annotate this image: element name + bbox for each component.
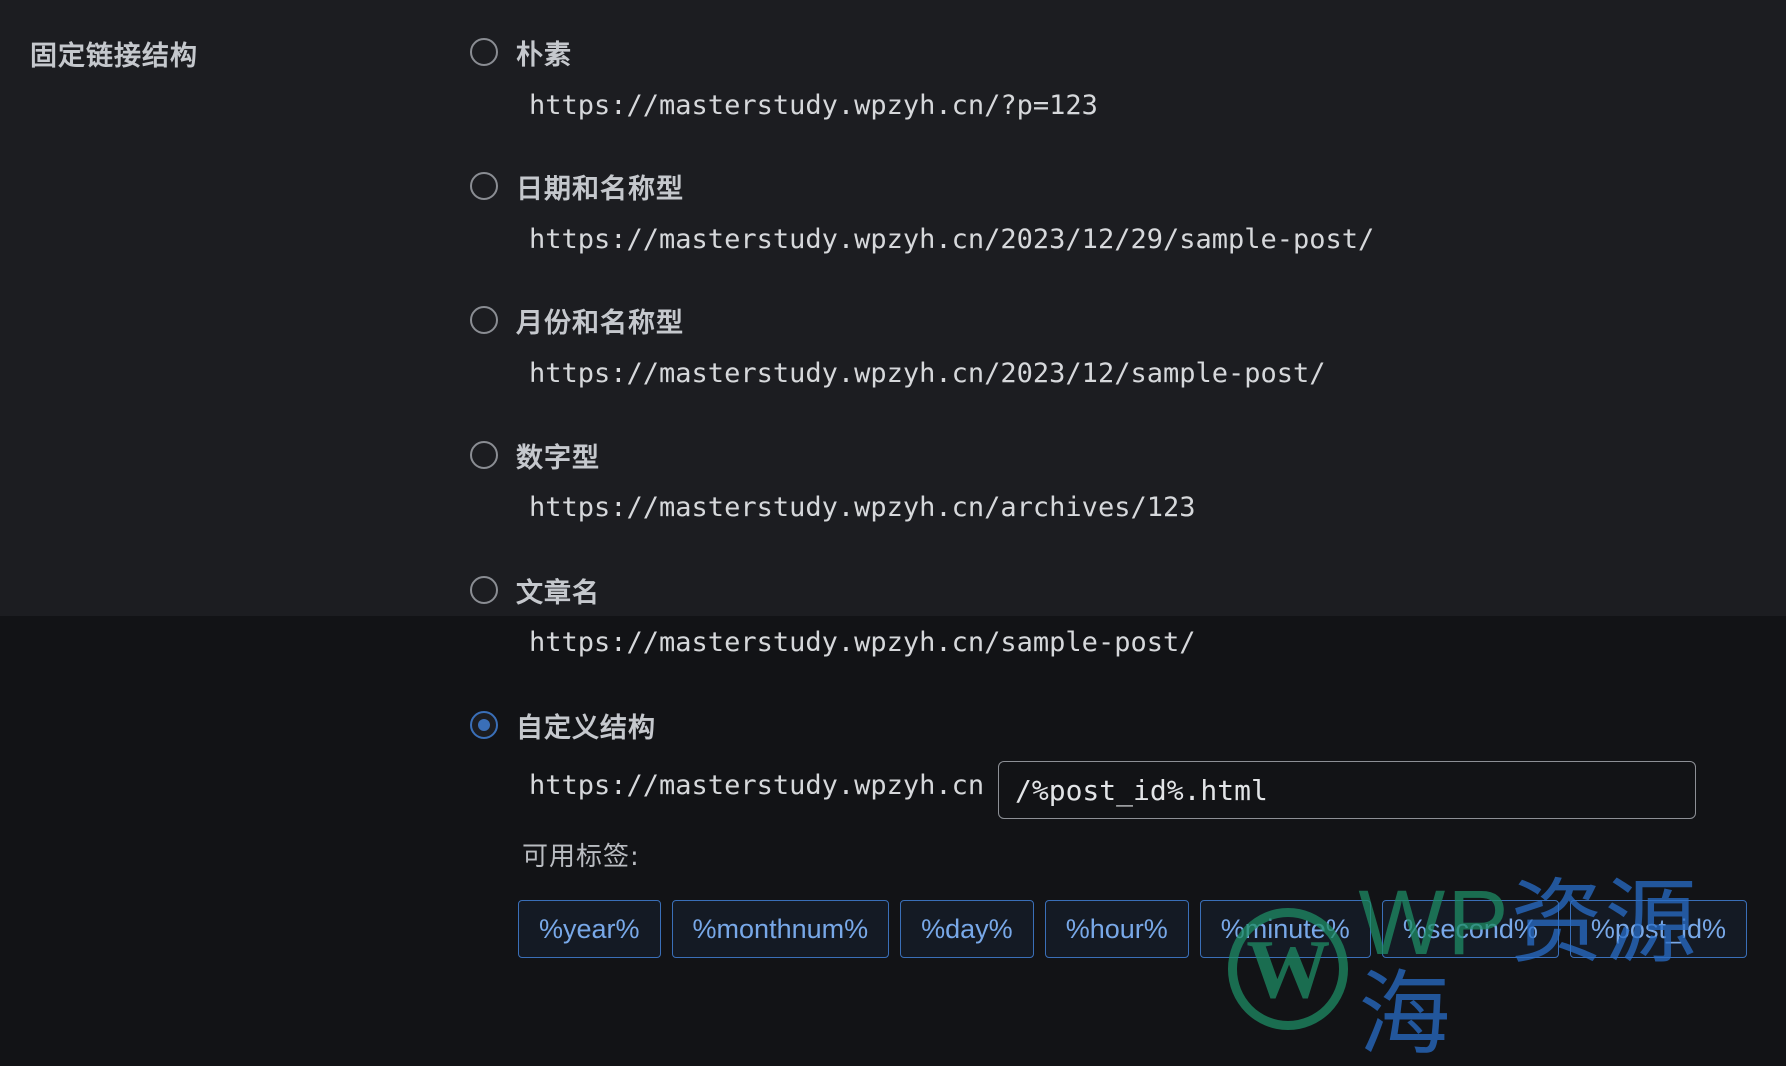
option-numeric-label: 数字型 — [516, 442, 600, 474]
option-day-and-name-example: https://masterstudy.wpzyh.cn/2023/12/29/… — [529, 224, 1375, 255]
option-custom-structure-label: 自定义结构 — [516, 712, 656, 744]
radio-numeric[interactable] — [470, 441, 498, 469]
custom-structure-input[interactable] — [998, 761, 1696, 819]
radio-post-name[interactable] — [470, 576, 498, 604]
option-numeric[interactable]: 数字型 — [470, 435, 600, 475]
option-day-and-name[interactable]: 日期和名称型 — [470, 166, 684, 206]
option-numeric-example: https://masterstudy.wpzyh.cn/archives/12… — [529, 492, 1196, 523]
radio-custom-structure[interactable] — [470, 711, 498, 739]
option-month-and-name[interactable]: 月份和名称型 — [470, 300, 684, 340]
tag-second-button[interactable]: %second% — [1381, 900, 1559, 958]
radio-day-and-name[interactable] — [470, 172, 498, 200]
option-custom-structure[interactable]: 自定义结构 — [470, 705, 656, 745]
tag-monthnum-button[interactable]: %monthnum% — [671, 900, 890, 958]
option-month-and-name-example: https://masterstudy.wpzyh.cn/2023/12/sam… — [529, 358, 1326, 389]
option-post-name-label: 文章名 — [516, 577, 600, 609]
permalink-structure-heading: 固定链接结构 — [30, 41, 198, 72]
available-tags-list: %year% %monthnum% %day% %hour% %minute% … — [518, 900, 1747, 958]
radio-month-and-name[interactable] — [470, 306, 498, 334]
option-plain[interactable]: 朴素 — [470, 32, 572, 72]
tag-year-button[interactable]: %year% — [518, 900, 661, 958]
option-plain-label: 朴素 — [516, 39, 572, 71]
tag-minute-button[interactable]: %minute% — [1199, 900, 1371, 958]
available-tags-label: 可用标签: — [522, 842, 640, 872]
tag-post-id-button[interactable]: %post_id% — [1569, 900, 1747, 958]
option-post-name[interactable]: 文章名 — [470, 570, 600, 610]
option-plain-example: https://masterstudy.wpzyh.cn/?p=123 — [529, 90, 1098, 121]
tag-day-button[interactable]: %day% — [900, 900, 1034, 958]
option-post-name-example: https://masterstudy.wpzyh.cn/sample-post… — [529, 627, 1196, 658]
custom-structure-prefix: https://masterstudy.wpzyh.cn — [529, 770, 985, 801]
radio-plain[interactable] — [470, 38, 498, 66]
option-month-and-name-label: 月份和名称型 — [516, 307, 684, 339]
option-day-and-name-label: 日期和名称型 — [516, 173, 684, 205]
tag-hour-button[interactable]: %hour% — [1044, 900, 1189, 958]
